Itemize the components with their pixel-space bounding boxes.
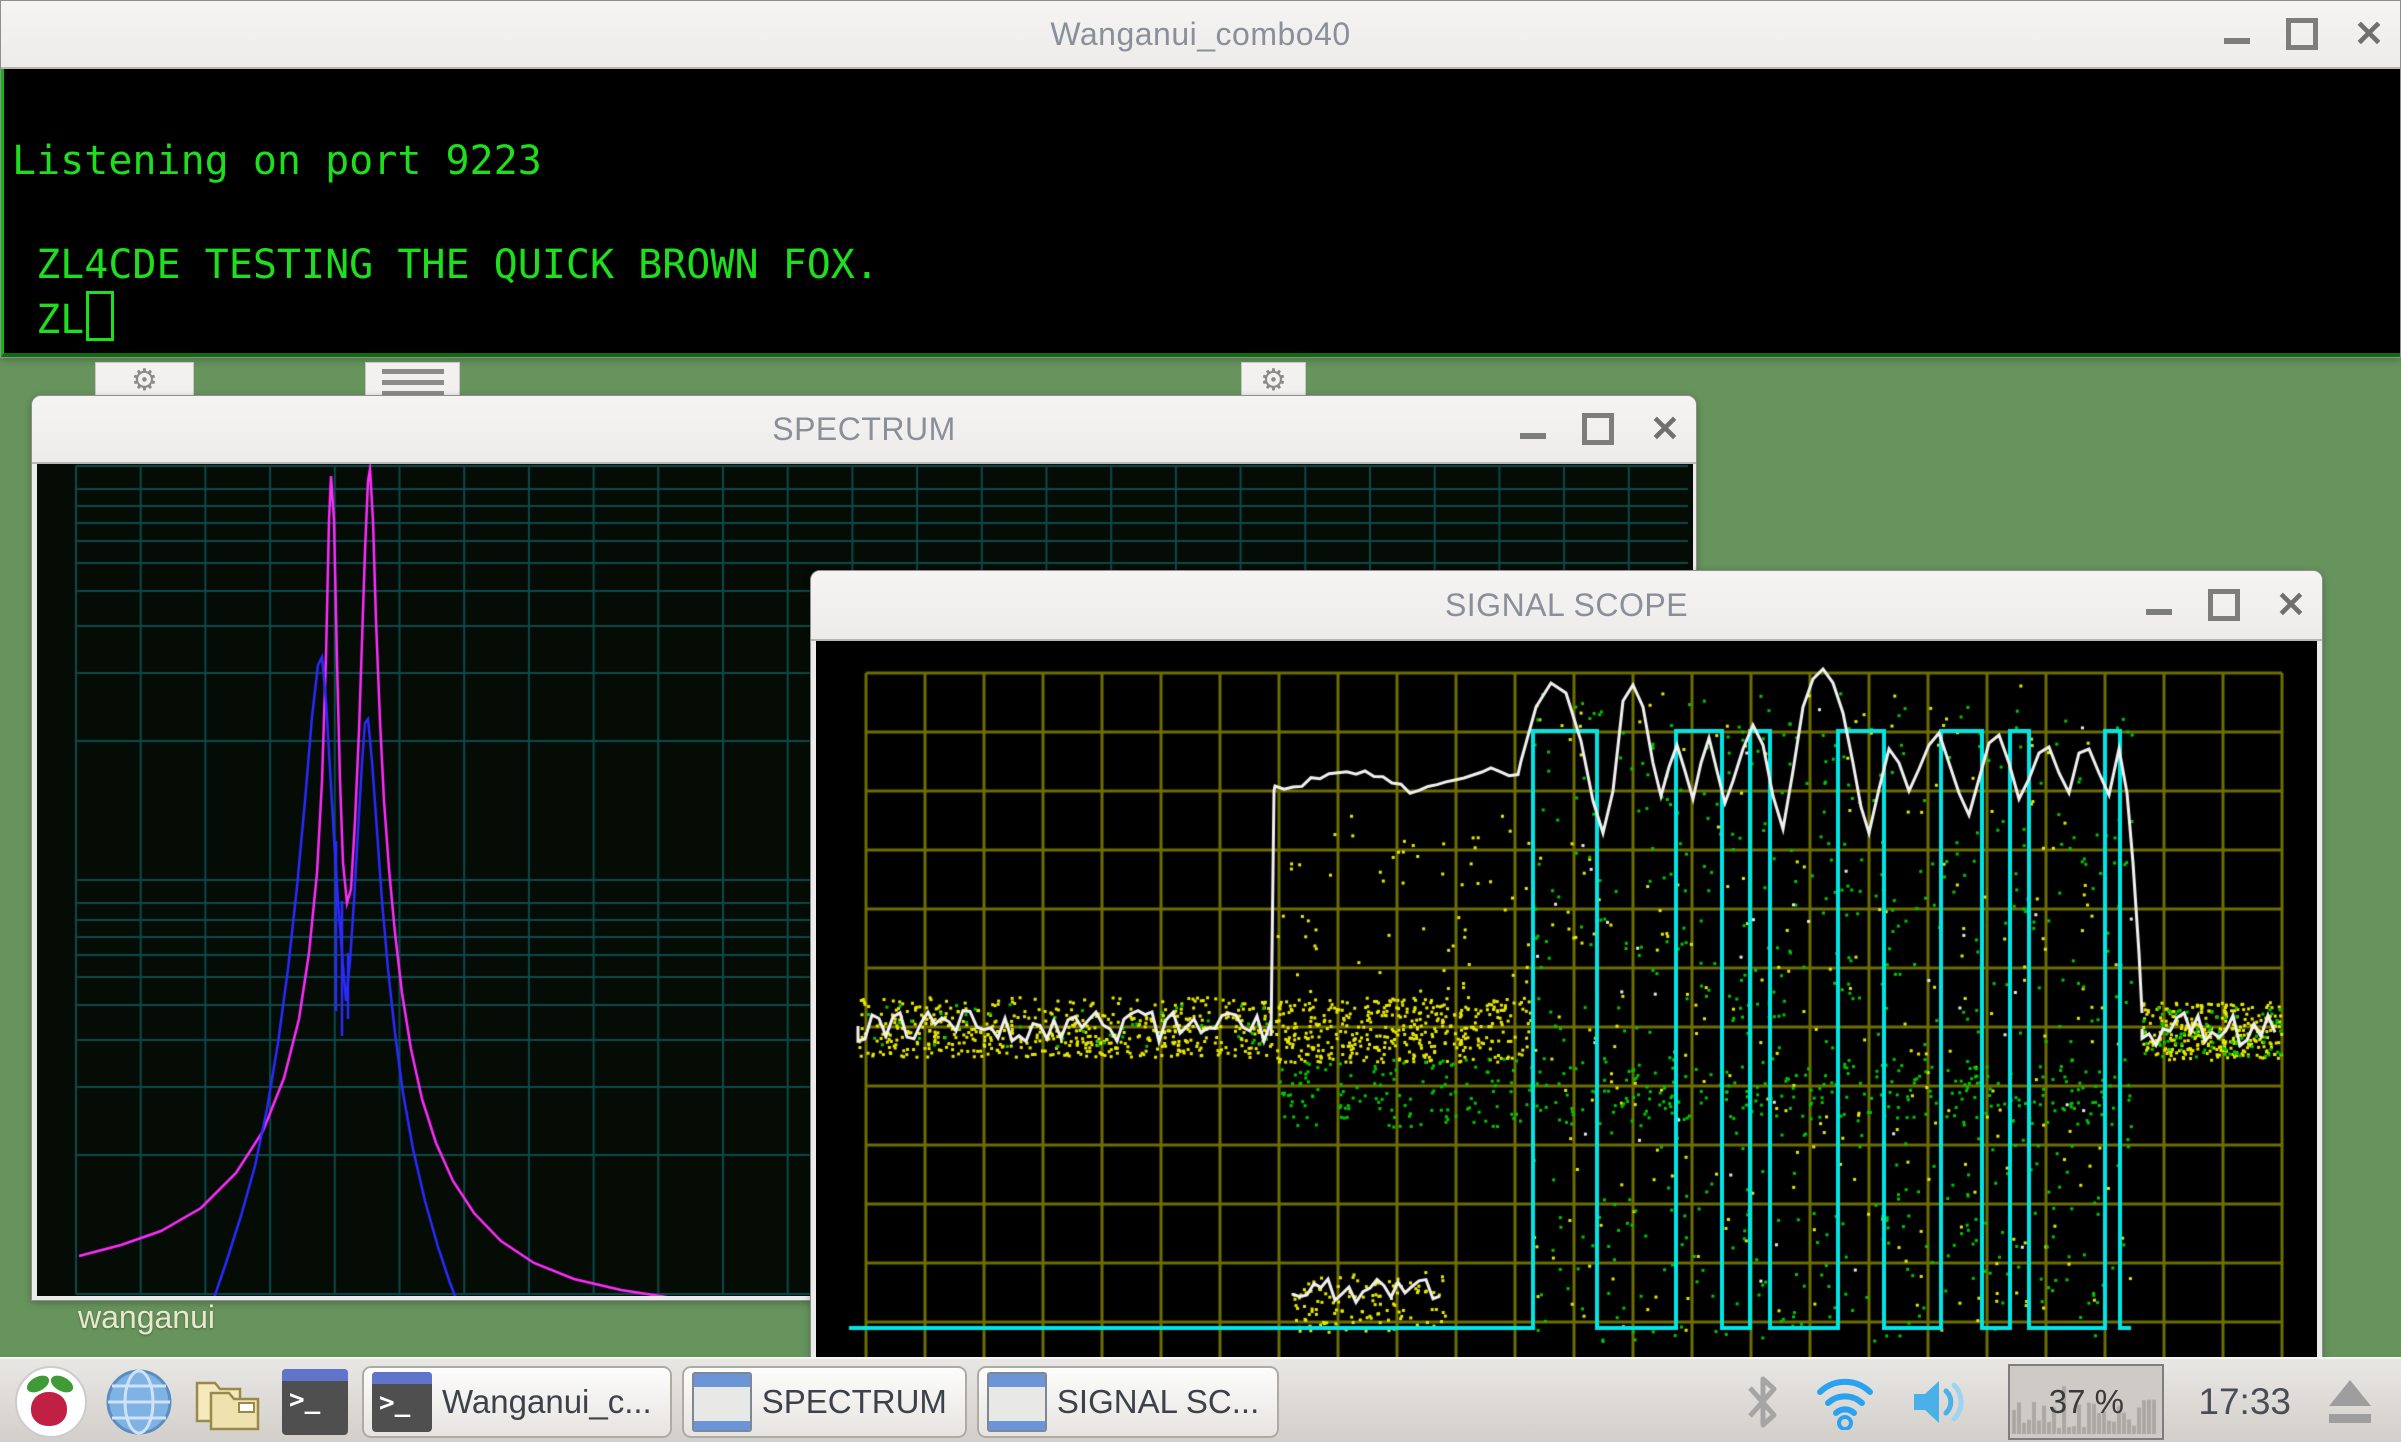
minimize-button[interactable] [1520, 433, 1546, 439]
minimize-button[interactable] [2146, 609, 2172, 615]
terminal-line [12, 187, 2400, 239]
folders-icon [191, 1369, 263, 1435]
taskbar-task-signal-scope[interactable]: SIGNAL SC... [977, 1366, 1279, 1438]
eject-icon[interactable] [2325, 1376, 2375, 1428]
menu-button[interactable] [14, 1365, 88, 1439]
volume-icon[interactable] [1910, 1375, 1974, 1429]
terminal-launcher-button[interactable]: >_ [278, 1365, 352, 1439]
maximize-button[interactable] [1582, 413, 1614, 445]
gear-icon: ⚙ [131, 363, 158, 399]
minimize-button[interactable] [2224, 38, 2250, 44]
close-button[interactable]: ✕ [2276, 587, 2306, 623]
terminal-icon: >_ [282, 1369, 348, 1435]
desktop-icon-label[interactable]: wanganui [78, 1299, 215, 1336]
scope-plot [816, 641, 2317, 1442]
text-cursor [86, 291, 114, 341]
maximize-button[interactable] [2208, 589, 2240, 621]
spectrum-titlebar[interactable]: SPECTRUM ✕ [32, 396, 1696, 464]
browser-button[interactable] [102, 1365, 176, 1439]
gear-icon: ⚙ [1260, 363, 1287, 399]
scope-titlebar[interactable]: SIGNAL SCOPE ✕ [811, 571, 2322, 641]
menu-lines-icon [382, 369, 444, 396]
gear-icon[interactable]: ⚙ [1241, 362, 1306, 399]
close-button[interactable]: ✕ [1650, 411, 1680, 447]
bluetooth-icon[interactable] [1746, 1373, 1780, 1431]
terminal-line: Listening on port 9223 [12, 135, 2400, 187]
app-window-icon [987, 1372, 1047, 1432]
cpu-usage-label: 37 % [2049, 1383, 2124, 1421]
terminal-window: Wanganui_combo40 ✕ Listening on port 922… [0, 0, 2401, 358]
window-title: SPECTRUM [772, 411, 956, 448]
terminal-line: ZL [12, 291, 2400, 346]
taskbar-task-spectrum[interactable]: SPECTRUM [682, 1366, 967, 1438]
desktop: ⚙ ⚙ Wanganui_combo40 ✕ Listening on port… [0, 0, 2401, 1442]
raspberry-icon [15, 1366, 87, 1438]
menu-lines-icon[interactable] [365, 362, 460, 399]
gear-icon[interactable]: ⚙ [95, 362, 194, 399]
file-manager-button[interactable] [190, 1365, 264, 1439]
terminal-line: ZL4CDE TESTING THE QUICK BROWN FOX. [12, 239, 2400, 291]
app-window-icon [692, 1372, 752, 1432]
maximize-button[interactable] [2286, 18, 2318, 50]
terminal-window-icon: >_ [372, 1372, 432, 1432]
signal-scope-window: SIGNAL SCOPE ✕ [810, 570, 2323, 1442]
terminal-output[interactable]: Listening on port 9223 ZL4CDE TESTING TH… [1, 69, 2400, 357]
window-title: SIGNAL SCOPE [1445, 587, 1688, 624]
taskbar-task-terminal[interactable]: >_ Wanganui_c... [362, 1366, 672, 1438]
clock[interactable]: 17:33 [2198, 1381, 2291, 1423]
globe-icon [105, 1368, 173, 1436]
close-button[interactable]: ✕ [2354, 16, 2384, 52]
wifi-icon[interactable] [1814, 1374, 1876, 1430]
window-title: Wanganui_combo40 [1050, 16, 1350, 53]
terminal-titlebar[interactable]: Wanganui_combo40 ✕ [1, 1, 2400, 69]
cpu-monitor[interactable]: 37 % [2008, 1364, 2164, 1440]
taskbar: >_ >_ Wanganui_c... SPECTRUM SIGNAL SC..… [0, 1357, 2401, 1442]
